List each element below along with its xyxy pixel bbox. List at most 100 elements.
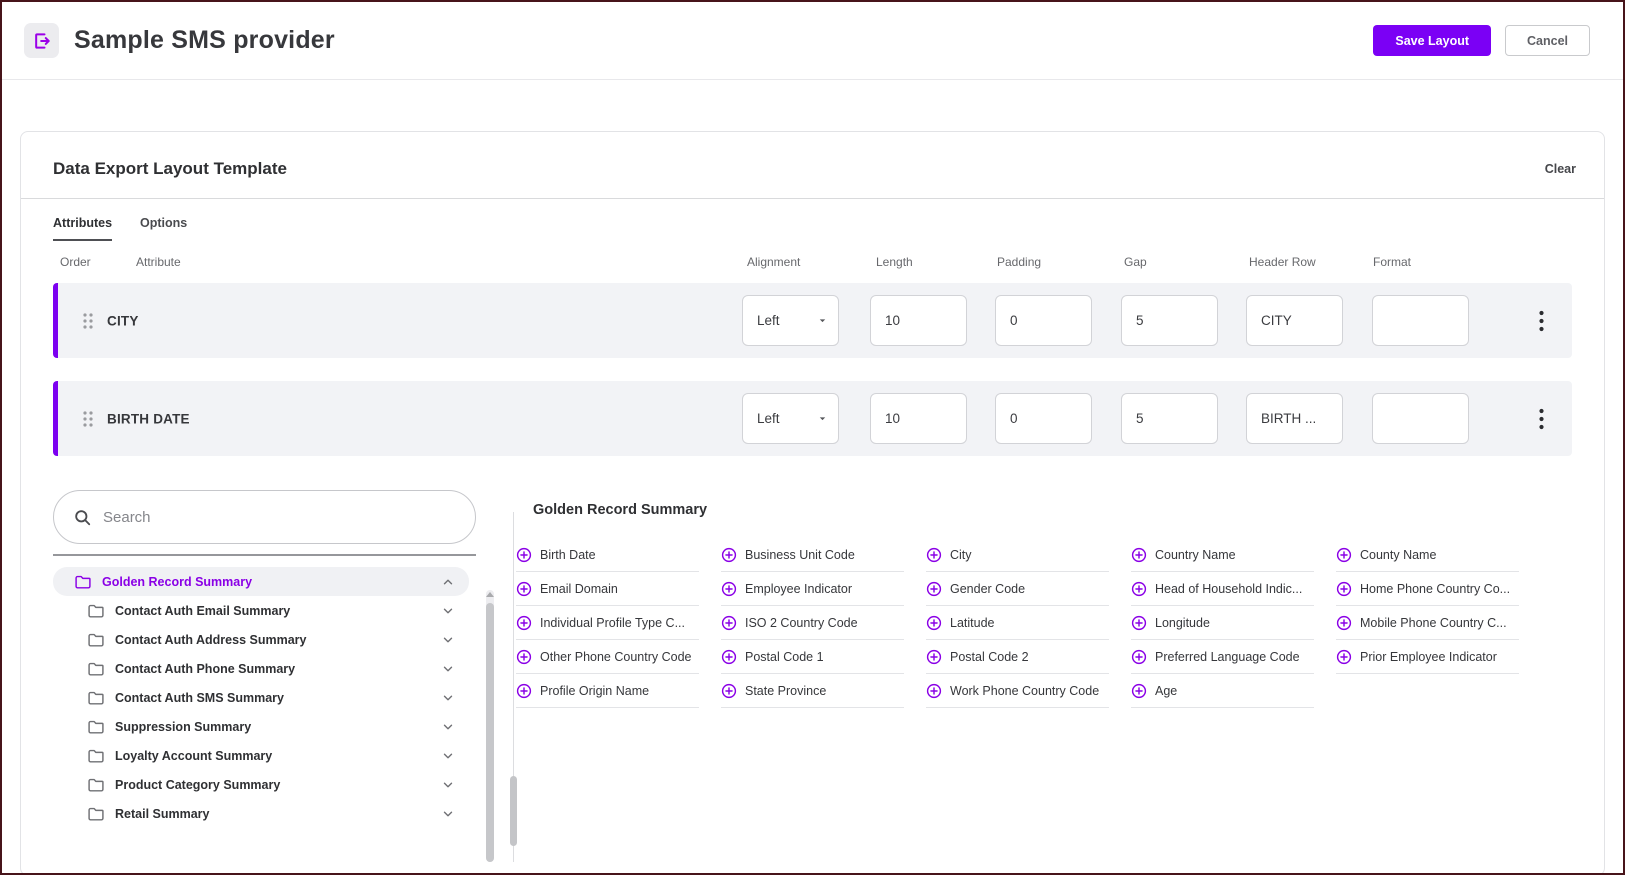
cancel-button[interactable]: Cancel [1505, 25, 1590, 56]
drag-handle-icon[interactable] [81, 409, 95, 429]
alignment-select[interactable]: Left [742, 393, 839, 444]
header-row-input[interactable] [1246, 393, 1343, 444]
add-plus-icon[interactable] [721, 547, 737, 563]
attribute-option[interactable]: Work Phone Country Code [926, 674, 1109, 708]
chevron-icon[interactable] [441, 807, 455, 821]
tree-item[interactable]: Golden Record Summary [53, 567, 469, 596]
header-row-input[interactable] [1246, 295, 1343, 346]
add-plus-icon[interactable] [1131, 683, 1147, 699]
attribute-option[interactable]: Gender Code [926, 572, 1109, 606]
add-plus-icon[interactable] [1131, 615, 1147, 631]
tab[interactable]: Options [140, 216, 187, 241]
attribute-option-label: State Province [745, 684, 826, 698]
row-menu-kebab-icon[interactable] [1539, 408, 1544, 429]
add-plus-icon[interactable] [721, 615, 737, 631]
clear-link[interactable]: Clear [1545, 162, 1576, 176]
add-plus-icon[interactable] [1336, 581, 1352, 597]
attribute-option[interactable]: Latitude [926, 606, 1109, 640]
length-input[interactable] [870, 393, 967, 444]
chevron-icon[interactable] [441, 720, 455, 734]
attribute-option[interactable]: State Province [721, 674, 904, 708]
attribute-option[interactable]: Other Phone Country Code [516, 640, 699, 674]
app-window: Sample SMS provider Save Layout Cancel D… [0, 0, 1625, 875]
add-plus-icon[interactable] [926, 649, 942, 665]
chevron-icon[interactable] [441, 691, 455, 705]
tree-scrollbar-thumb[interactable] [486, 603, 494, 862]
add-plus-icon[interactable] [516, 581, 532, 597]
add-plus-icon[interactable] [1336, 615, 1352, 631]
attribute-option[interactable]: Email Domain [516, 572, 699, 606]
add-plus-icon[interactable] [1336, 547, 1352, 563]
add-plus-icon[interactable] [516, 683, 532, 699]
tree-item[interactable]: Retail Summary [53, 799, 469, 828]
attribute-option[interactable]: County Name [1336, 538, 1519, 572]
tree-item[interactable]: Contact Auth Phone Summary [53, 654, 469, 683]
format-input[interactable] [1372, 393, 1469, 444]
chevron-icon[interactable] [441, 604, 455, 618]
panel-scrollbar-thumb[interactable] [510, 776, 517, 846]
add-plus-icon[interactable] [516, 649, 532, 665]
attribute-option[interactable]: Birth Date [516, 538, 699, 572]
tab[interactable]: Attributes [53, 216, 112, 241]
tree-item-label: Contact Auth Address Summary [115, 633, 306, 647]
attribute-option[interactable]: Longitude [1131, 606, 1314, 640]
attribute-option[interactable]: Individual Profile Type C... [516, 606, 699, 640]
drag-handle-icon[interactable] [81, 311, 95, 331]
add-plus-icon[interactable] [516, 547, 532, 563]
format-input[interactable] [1372, 295, 1469, 346]
gap-input[interactable] [1121, 295, 1218, 346]
search-input[interactable] [103, 509, 459, 526]
tree-item[interactable]: Suppression Summary [53, 712, 469, 741]
row-menu-kebab-icon[interactable] [1539, 310, 1544, 331]
tree-item[interactable]: Loyalty Account Summary [53, 741, 469, 770]
chevron-icon[interactable] [441, 575, 455, 589]
add-plus-icon[interactable] [721, 649, 737, 665]
gap-input[interactable] [1121, 393, 1218, 444]
search-icon [73, 508, 92, 527]
attribute-option[interactable]: Mobile Phone Country C... [1336, 606, 1519, 640]
tree-item[interactable]: Product Category Summary [53, 770, 469, 799]
tree-item[interactable]: Contact Auth Email Summary [53, 596, 469, 625]
alignment-select[interactable]: Left [742, 295, 839, 346]
attribute-option[interactable]: Home Phone Country Co... [1336, 572, 1519, 606]
padding-input[interactable] [995, 393, 1092, 444]
chevron-icon[interactable] [441, 749, 455, 763]
attribute-option[interactable]: Preferred Language Code [1131, 640, 1314, 674]
scroll-up-arrow-icon[interactable] [486, 592, 494, 597]
attribute-option[interactable]: City [926, 538, 1109, 572]
folder-icon [88, 633, 104, 647]
chevron-icon[interactable] [441, 633, 455, 647]
add-plus-icon[interactable] [926, 547, 942, 563]
add-plus-icon[interactable] [1131, 649, 1147, 665]
save-layout-button[interactable]: Save Layout [1373, 25, 1491, 56]
add-plus-icon[interactable] [926, 683, 942, 699]
attribute-option-label: Home Phone Country Co... [1360, 582, 1510, 596]
attribute-option[interactable]: Head of Household Indic... [1131, 572, 1314, 606]
search-box[interactable] [53, 490, 476, 544]
attribute-option[interactable]: Business Unit Code [721, 538, 904, 572]
attribute-option[interactable]: Employee Indicator [721, 572, 904, 606]
tree-item[interactable]: Contact Auth SMS Summary [53, 683, 469, 712]
add-plus-icon[interactable] [926, 615, 942, 631]
add-plus-icon[interactable] [721, 683, 737, 699]
attribute-option[interactable]: Prior Employee Indicator [1336, 640, 1519, 674]
attribute-option[interactable]: Postal Code 1 [721, 640, 904, 674]
tree-scrollbar[interactable] [486, 590, 494, 862]
add-plus-icon[interactable] [1131, 581, 1147, 597]
add-plus-icon[interactable] [721, 581, 737, 597]
length-input[interactable] [870, 295, 967, 346]
chevron-icon[interactable] [441, 778, 455, 792]
padding-input[interactable] [995, 295, 1092, 346]
attribute-option[interactable]: Age [1131, 674, 1314, 708]
attribute-option[interactable]: Postal Code 2 [926, 640, 1109, 674]
attribute-option[interactable]: Profile Origin Name [516, 674, 699, 708]
chevron-icon[interactable] [441, 662, 455, 676]
attribute-option[interactable]: ISO 2 Country Code [721, 606, 904, 640]
add-plus-icon[interactable] [1336, 649, 1352, 665]
add-plus-icon[interactable] [926, 581, 942, 597]
add-plus-icon[interactable] [516, 615, 532, 631]
tree-item[interactable]: Contact Auth Address Summary [53, 625, 469, 654]
add-plus-icon[interactable] [1131, 547, 1147, 563]
tree-item-label: Contact Auth Phone Summary [115, 662, 295, 676]
attribute-option[interactable]: Country Name [1131, 538, 1314, 572]
